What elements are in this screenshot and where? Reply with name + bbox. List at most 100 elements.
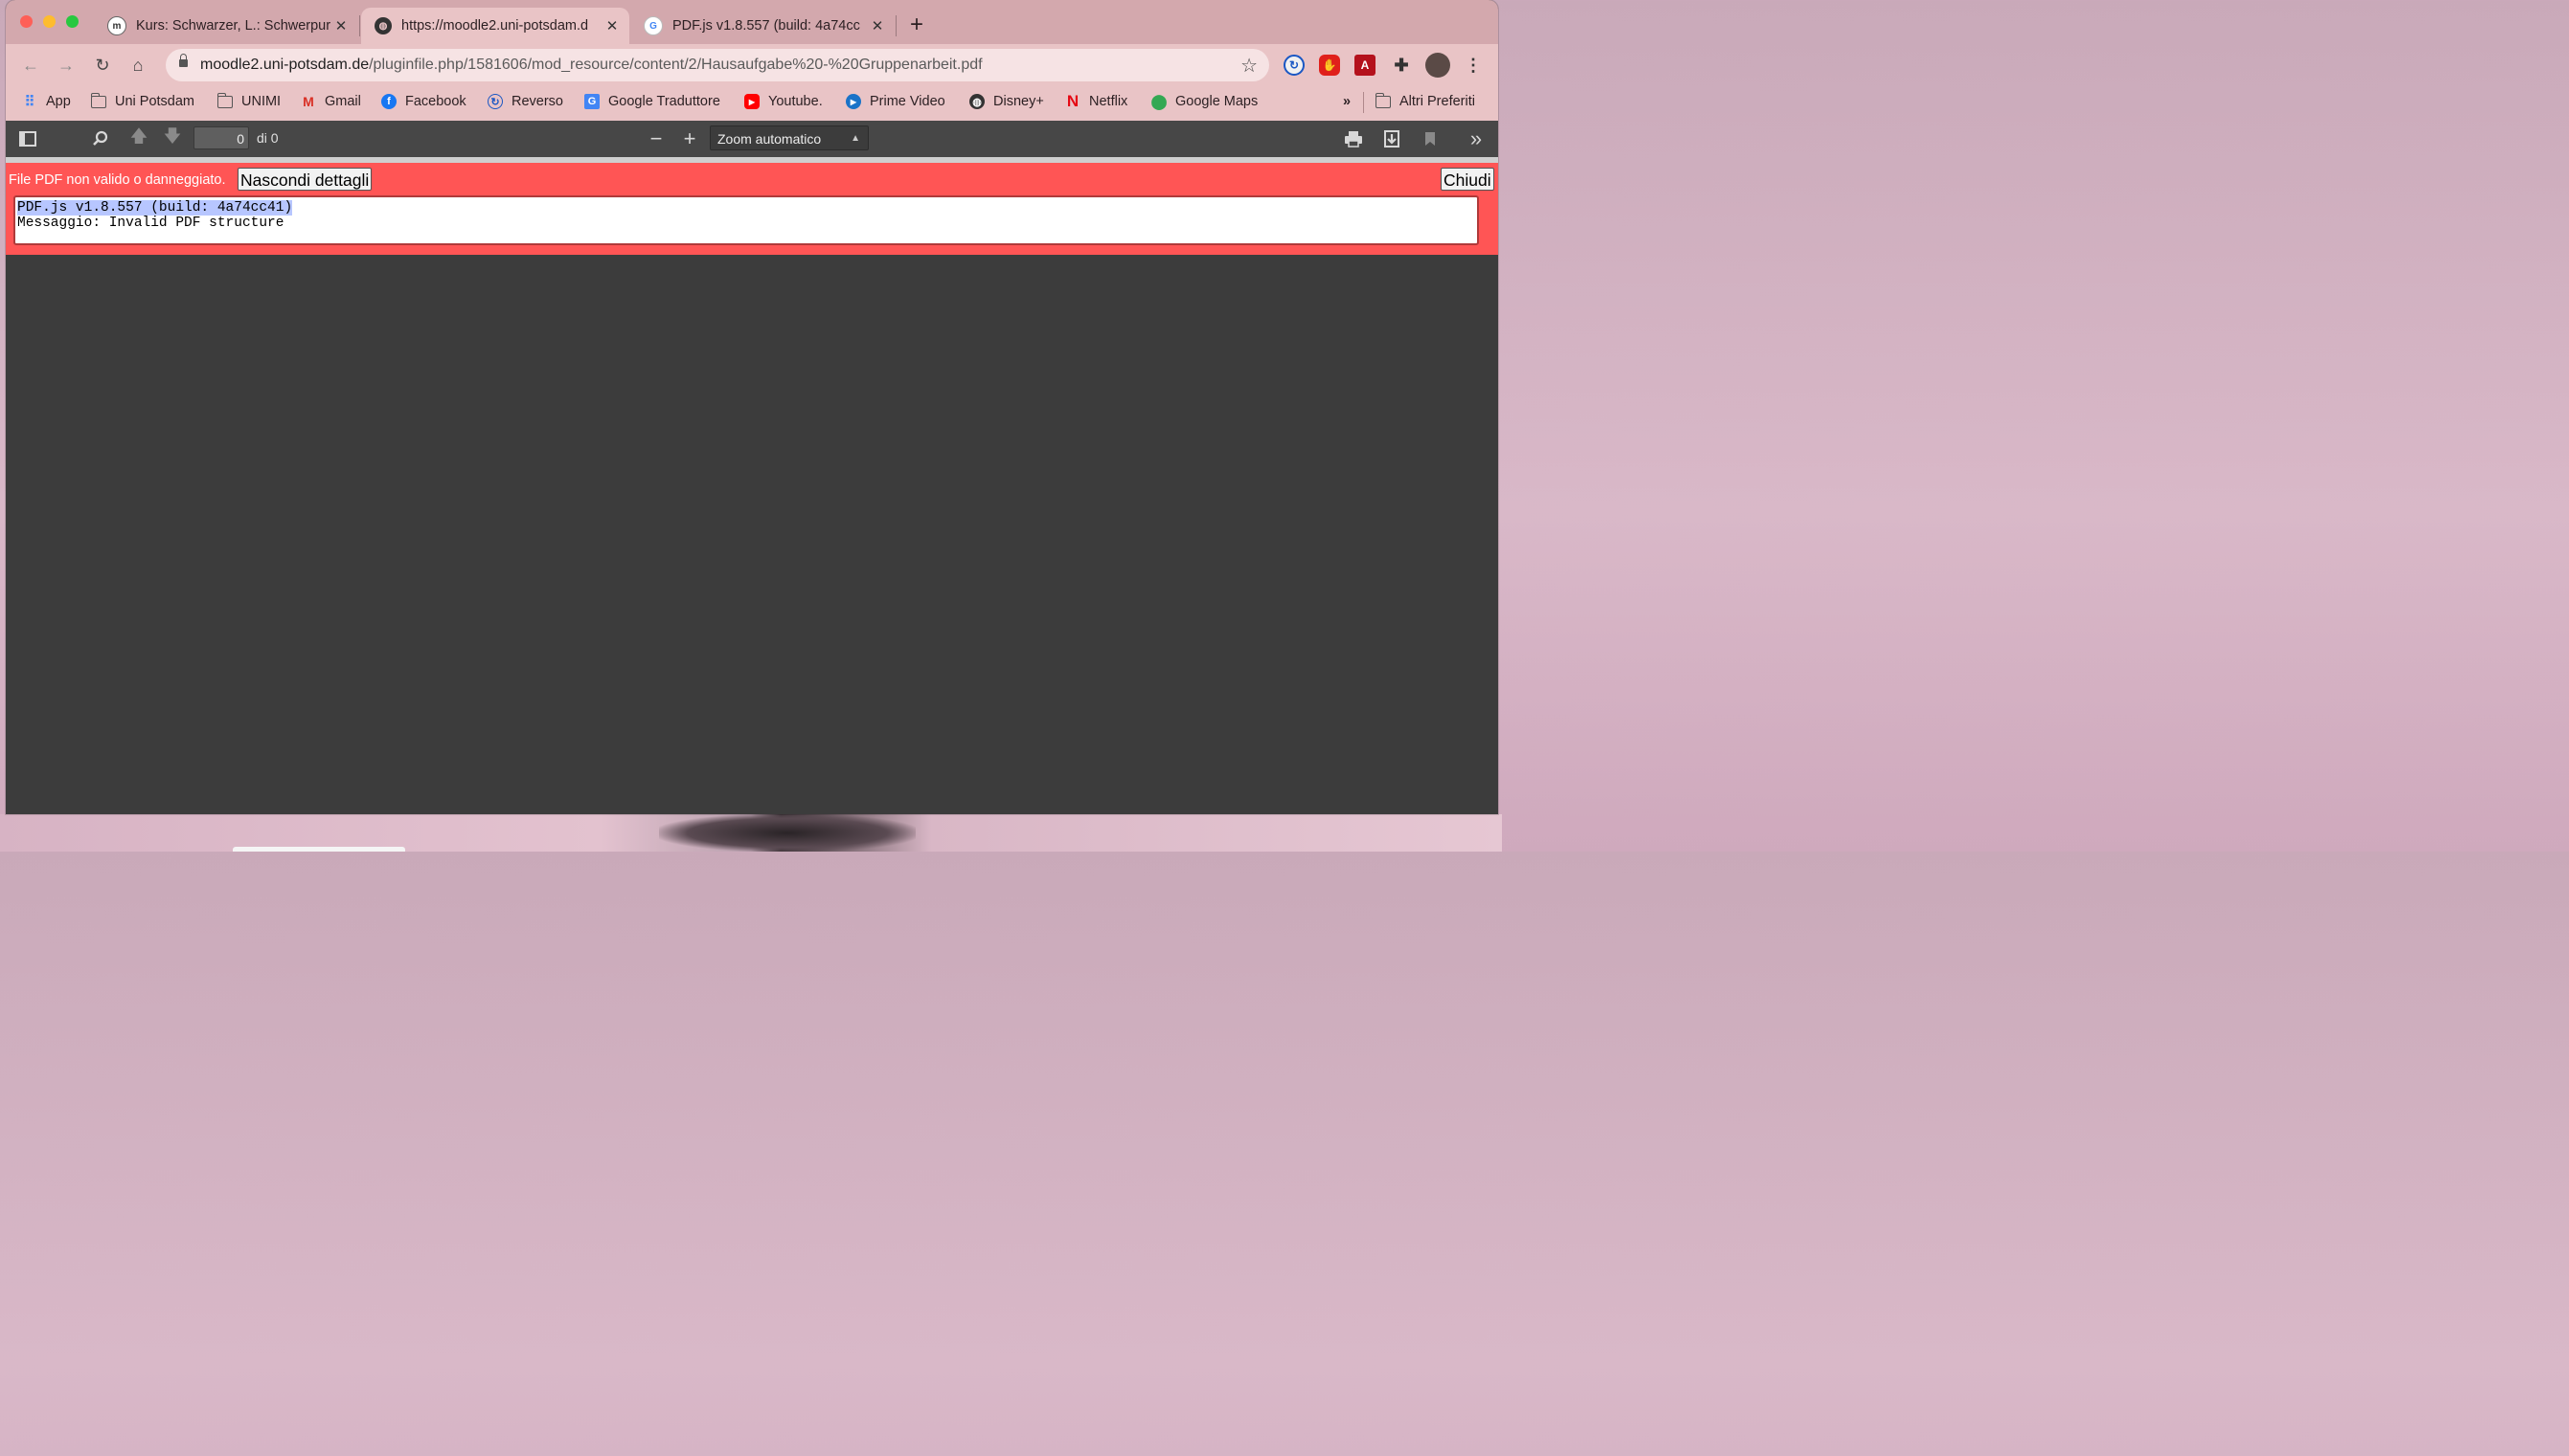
bookmark-google-translate[interactable]: G Google Traduttore [584,94,720,109]
folder-icon [1375,92,1391,109]
reload-button[interactable]: ↻ [91,54,114,77]
close-tab-icon[interactable]: ✕ [331,17,351,34]
browser-toolbar: ← → ↻ ⌂ moodle2.uni-potsdam.de/pluginfil… [6,44,1498,86]
tools-chevron-icon[interactable]: » [1466,126,1487,150]
dock-hint [233,847,405,852]
globe-icon: ◍ [375,17,392,34]
bookmark-apps[interactable]: ⠿ App [22,94,71,110]
adblock-extension-icon[interactable]: ✋ [1319,55,1340,76]
address-bar[interactable]: moodle2.uni-potsdam.de/pluginfile.php/15… [166,49,1269,81]
youtube-icon: ▶ [744,94,760,109]
previous-page-icon[interactable]: 🡅 [128,126,149,148]
close-window-button[interactable] [20,15,33,28]
close-tab-icon[interactable]: ✕ [868,17,887,34]
tab-pdfjs-search[interactable]: G PDF.js v1.8.557 (build: 4a74cc ✕ [630,8,895,44]
browser-window: m Kurs: Schwarzer, L.: Schwerpur ✕ ◍ htt… [6,0,1498,814]
zoom-select[interactable]: Zoom automatico ▲ [710,125,869,150]
gmail-icon: M [303,94,314,109]
bookmark-facebook[interactable]: f Facebook [381,94,466,109]
download-icon[interactable] [1381,129,1402,148]
error-detail-message: Messaggio: Invalid PDF structure [17,216,284,231]
bookmark-reverso[interactable]: ↻ Reverso [488,94,563,109]
bookmark-youtube[interactable]: ▶ Youtube. [744,94,823,109]
tab-title: Kurs: Schwarzer, L.: Schwerpur [136,18,331,34]
tab-pdf-current[interactable]: ◍ https://moodle2.uni-potsdam.d ✕ [361,8,629,44]
globe-icon: ◍ [969,94,985,109]
bookmark-label: Reverso [512,94,563,109]
bookmark-label: Disney+ [993,94,1044,109]
new-tab-button[interactable]: + [910,11,923,38]
bookmark-label: Gmail [325,94,361,109]
search-icon[interactable] [90,129,111,148]
forward-button[interactable]: → [55,54,78,77]
bookmark-label: App [46,94,71,109]
folder-icon [216,92,233,109]
bookmark-disney[interactable]: ◍ Disney+ [969,94,1044,109]
close-tab-icon[interactable]: ✕ [602,17,622,34]
close-error-button[interactable]: Chiudi [1441,168,1494,191]
error-wrapper: File PDF non valido o danneggiato. Nasco… [6,163,1498,255]
bookmark-label: Youtube. [768,94,823,109]
bookmark-label: Facebook [405,94,466,109]
tab-title: https://moodle2.uni-potsdam.d [401,18,589,34]
prime-video-icon: ▶ [846,94,861,109]
zoom-select-value: Zoom automatico [717,131,822,147]
apps-grid-icon: ⠿ [24,94,35,110]
zoom-in-icon[interactable]: + [679,126,700,150]
netflix-icon: N [1066,92,1080,110]
sidebar-toggle-icon[interactable] [17,129,38,148]
folder-icon [90,92,106,109]
bookmarks-overflow-button[interactable]: » [1343,94,1351,109]
google-icon: G [644,16,663,35]
error-details-textarea[interactable]: PDF.js v1.8.557 (build: 4a74cc41) Messag… [13,195,1479,245]
error-detail-version: PDF.js v1.8.557 (build: 4a74cc41) [17,200,293,216]
browser-menu-icon[interactable]: ⋮ [1463,55,1484,76]
tab-strip: m Kurs: Schwarzer, L.: Schwerpur ✕ ◍ htt… [6,0,1498,44]
lock-icon [179,54,188,67]
bookmark-prime-video[interactable]: ▶ Prime Video [846,94,945,109]
bookmark-unimi[interactable]: UNIMI [216,92,282,109]
acrobat-extension-icon[interactable]: A [1354,55,1375,76]
bookmark-icon[interactable] [1420,129,1441,148]
pdf-viewer-area [6,255,1498,814]
next-page-icon[interactable]: 🡇 [162,126,183,148]
bookmark-label: Google Maps [1175,94,1259,109]
page-count: di 0 [257,130,279,146]
bookmark-netflix[interactable]: N Netflix [1065,92,1128,110]
pdf-toolbar: 🡅 🡇 0 di 0 − + Zoom automatico ▲ » [6,121,1498,158]
extensions-puzzle-icon[interactable]: ✚ [1391,55,1412,76]
minimize-window-button[interactable] [43,15,56,28]
overflow-chevron-icon: » [1343,94,1352,109]
profile-avatar[interactable] [1425,53,1450,78]
facebook-icon: f [381,94,397,109]
back-button[interactable]: ← [19,54,42,77]
print-icon[interactable] [1343,129,1364,148]
zoom-out-icon[interactable]: − [646,126,667,150]
bookmark-star-icon[interactable]: ☆ [1240,54,1258,78]
page-number-input[interactable]: 0 [193,126,249,149]
url-text[interactable]: moodle2.uni-potsdam.de/pluginfile.php/15… [200,57,983,74]
maximize-window-button[interactable] [66,15,79,28]
tab-moodle-course[interactable]: m Kurs: Schwarzer, L.: Schwerpur ✕ [94,8,358,44]
google-translate-icon: G [584,94,600,109]
bookmark-google-maps[interactable]: ⬤ Google Maps [1150,94,1259,110]
bookmark-uni-potsdam[interactable]: Uni Potsdam [90,92,194,109]
google-maps-icon: ⬤ [1150,94,1168,110]
bookmark-label: Netflix [1089,94,1128,109]
tab-divider [896,15,897,36]
bookmarks-divider [1363,92,1364,113]
reverso-extension-icon[interactable]: ↻ [1284,55,1305,76]
home-button[interactable]: ⌂ [126,54,149,77]
bookmark-label: Prime Video [870,94,945,109]
bookmark-label: Altri Preferiti [1399,94,1475,109]
url-host: moodle2.uni-potsdam.de [200,57,370,73]
hide-details-button[interactable]: Nascondi dettagli [238,168,373,191]
select-arrows-icon: ▲ [851,133,860,144]
bookmark-other-favorites[interactable]: Altri Preferiti [1375,92,1475,109]
bookmark-gmail[interactable]: M Gmail [301,94,361,109]
url-path: /pluginfile.php/1581606/mod_resource/con… [369,57,983,73]
bookmark-label: Google Traduttore [608,94,720,109]
error-message: File PDF non valido o danneggiato. [9,172,226,188]
bookmark-label: UNIMI [241,94,282,109]
tab-divider [359,15,360,36]
